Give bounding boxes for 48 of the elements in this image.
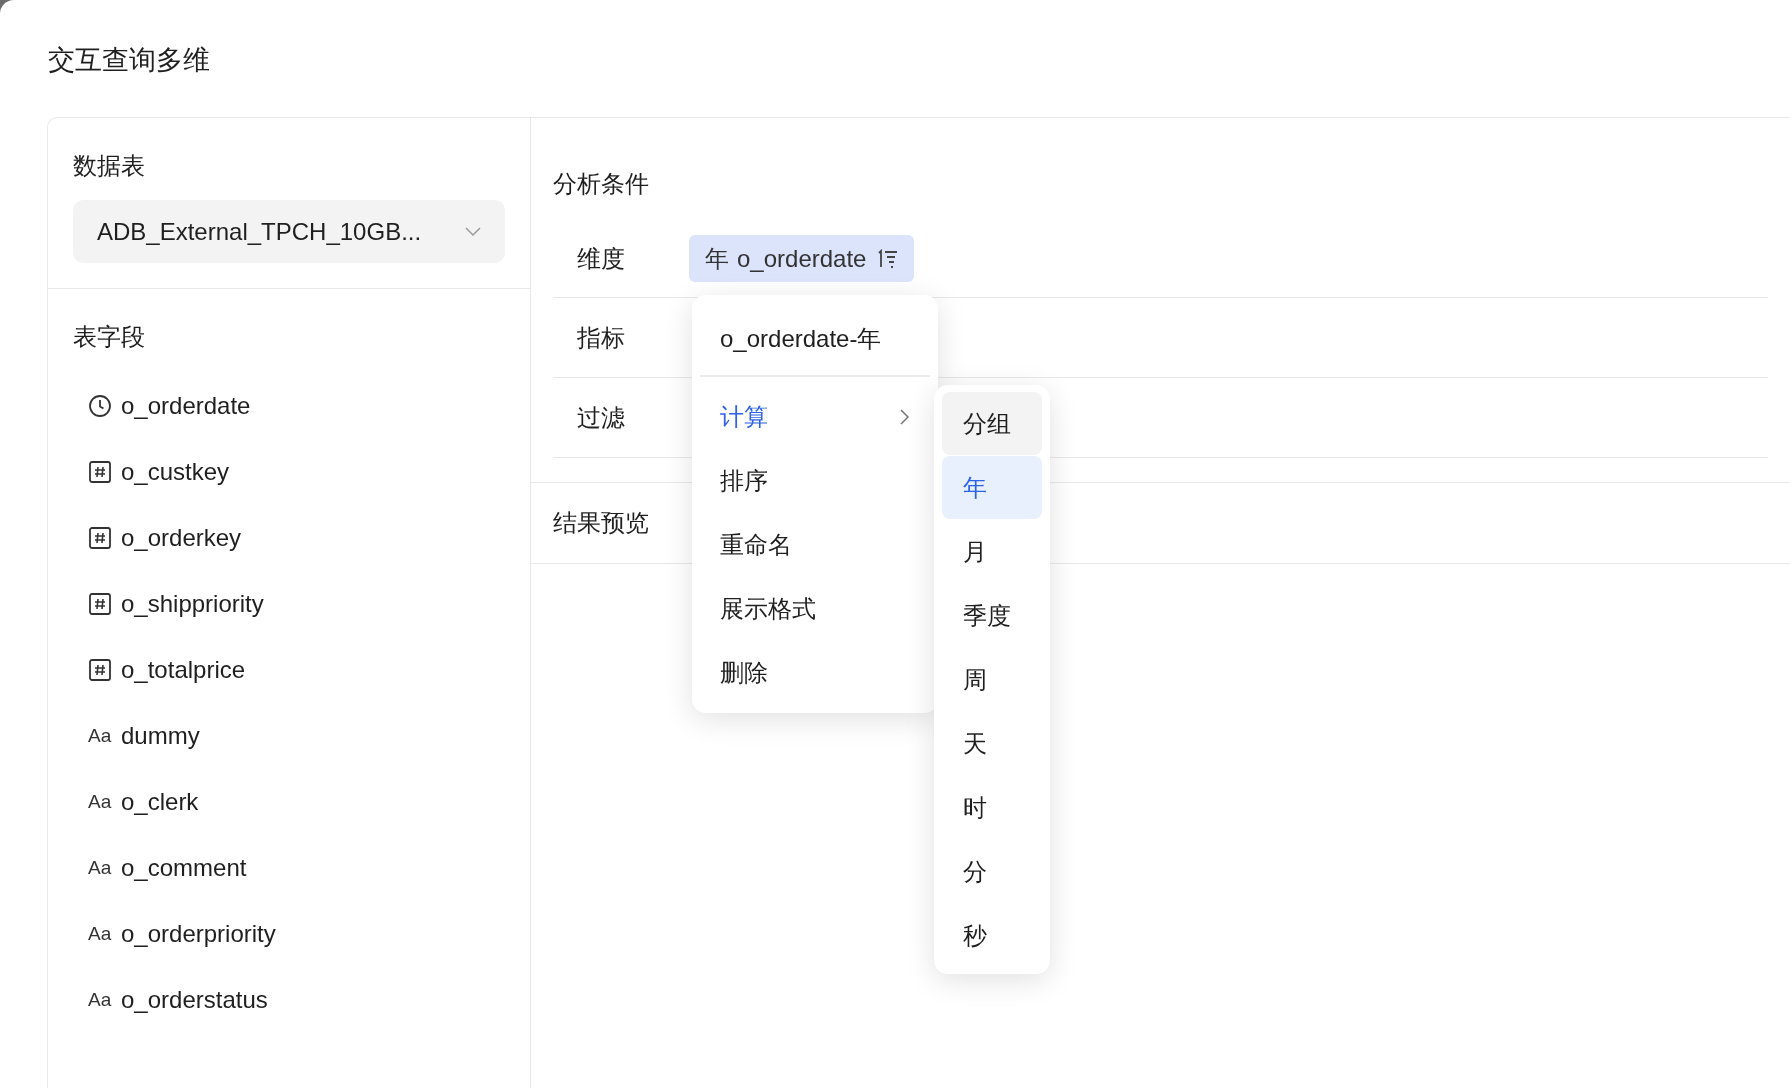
field-name[interactable]: o_orderstatus xyxy=(121,982,268,1018)
submenu-item[interactable]: 天 xyxy=(942,712,1042,775)
menu-item[interactable]: 重命名 xyxy=(700,513,930,577)
submenu-item[interactable]: 季度 xyxy=(942,584,1042,647)
hash-box-icon xyxy=(88,526,112,550)
menu-item[interactable]: 删除 xyxy=(700,641,930,705)
hash-box-icon xyxy=(88,658,112,682)
clock-icon xyxy=(88,394,112,418)
field-name[interactable]: o_custkey xyxy=(121,454,230,490)
field-name[interactable]: o_shippriority xyxy=(121,586,264,622)
field-name[interactable]: o_orderpriority xyxy=(121,916,276,952)
section-label: 数据表 xyxy=(73,152,145,179)
field-name[interactable]: o_clerk xyxy=(121,784,199,820)
text-type-icon: Aa xyxy=(88,919,112,949)
text-type-icon: Aa xyxy=(88,853,112,883)
field-chip[interactable]: 年 o_orderdate xyxy=(689,235,915,282)
sort-icon[interactable] xyxy=(876,248,899,269)
section-label: 表字段 xyxy=(73,323,145,350)
field-name[interactable]: o_orderkey xyxy=(121,520,242,556)
row-label: 指标 xyxy=(577,323,625,351)
submenu-item[interactable]: 周 xyxy=(942,648,1042,711)
text-type-icon: Aa xyxy=(88,787,112,817)
submenu-item[interactable]: 时 xyxy=(942,776,1042,839)
submenu-item[interactable]: 月 xyxy=(942,520,1042,583)
submenu-item[interactable]: 分 xyxy=(942,840,1042,903)
menu-item[interactable]: 计算 xyxy=(700,385,930,449)
submenu-item[interactable]: 年 xyxy=(942,456,1042,519)
field-name[interactable]: o_orderdate xyxy=(121,388,251,424)
row-label: 过滤 xyxy=(577,403,625,431)
text-type-icon: Aa xyxy=(88,721,112,751)
hash-box-icon xyxy=(88,592,112,616)
submenu-item[interactable]: 分组 xyxy=(942,392,1042,455)
hash-box-icon xyxy=(88,460,112,484)
text-type-icon: Aa xyxy=(88,985,112,1015)
menu-header: o_orderdate-年 xyxy=(719,324,883,354)
chevron-down-icon xyxy=(465,226,481,237)
submenu-item[interactable]: 秒 xyxy=(942,904,1042,967)
table-select[interactable]: ADB_External_TPCH_10GB... xyxy=(73,200,505,263)
field-name[interactable]: o_comment xyxy=(121,850,247,886)
field-name[interactable]: dummy xyxy=(121,718,200,754)
row-label: 维度 xyxy=(577,244,625,272)
section-title: 分析条件 xyxy=(553,170,649,197)
section-title: 结果预览 xyxy=(553,508,649,538)
menu-item[interactable]: 排序 xyxy=(700,449,930,513)
field-name[interactable]: o_totalprice xyxy=(121,652,246,688)
menu-item[interactable]: 展示格式 xyxy=(700,577,930,641)
page-title: 交互查询多维 xyxy=(48,45,210,75)
chevron-right-icon xyxy=(900,409,910,425)
